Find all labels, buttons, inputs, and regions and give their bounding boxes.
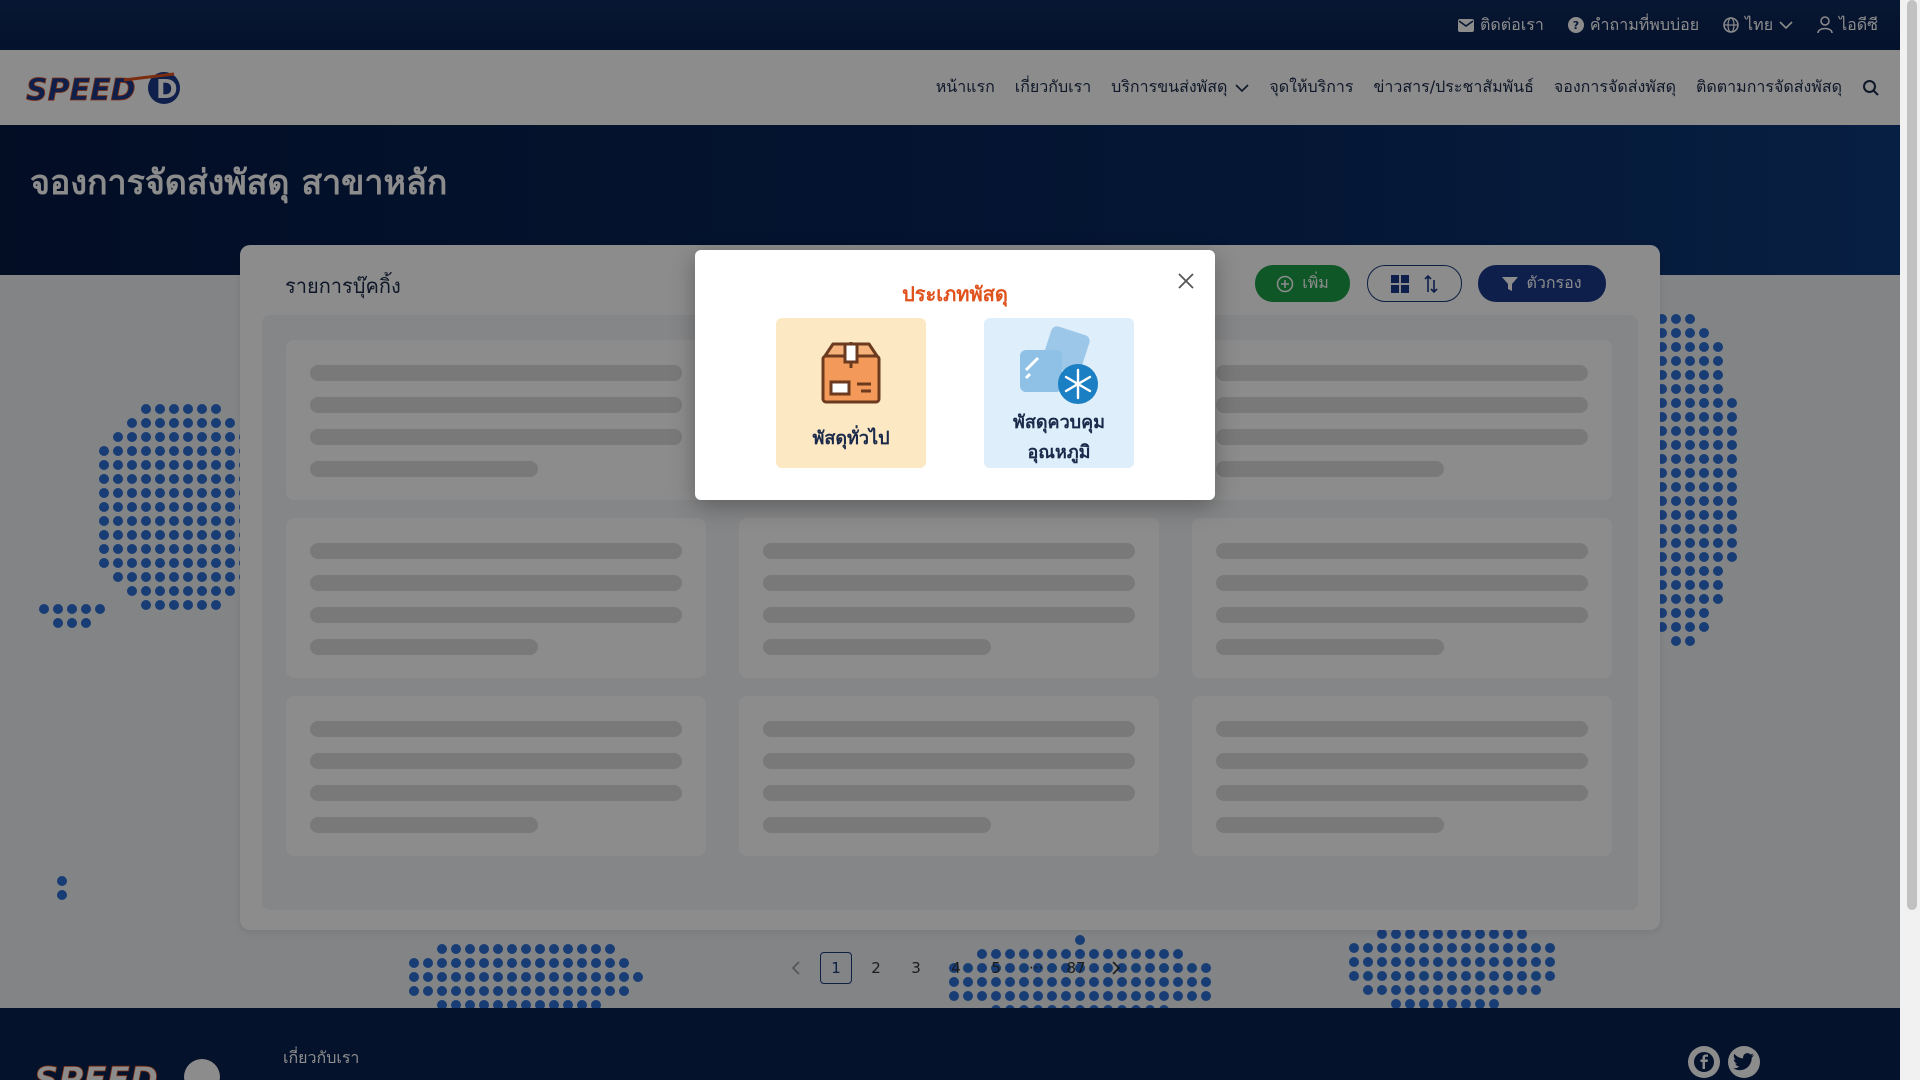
parcel-type-dialog: ประเภทพัสดุ พัสดุทั่วไป พัสดุควบคุม อุณห… (695, 250, 1215, 500)
label-line-1: พัสดุควบคุม (1012, 412, 1106, 433)
dialog-title: ประเภทพัสดุ (902, 282, 1008, 306)
scrollbar-thumb[interactable] (1907, 0, 1917, 910)
temperature-controlled-option[interactable]: พัสดุควบคุม อุณหภูมิ (984, 318, 1134, 468)
close-icon[interactable] (1175, 270, 1197, 292)
modal-backdrop[interactable] (0, 0, 1900, 1080)
parcel-box-icon (821, 342, 881, 404)
general-parcel-label: พัสดุทั่วไป (812, 428, 890, 449)
label-line-2: อุณหภูมิ (1027, 442, 1091, 463)
temperature-controlled-label: พัสดุควบคุม อุณหภูมิ (1013, 408, 1105, 468)
cold-chain-icon (1020, 326, 1098, 404)
general-parcel-option[interactable]: พัสดุทั่วไป (776, 318, 926, 468)
